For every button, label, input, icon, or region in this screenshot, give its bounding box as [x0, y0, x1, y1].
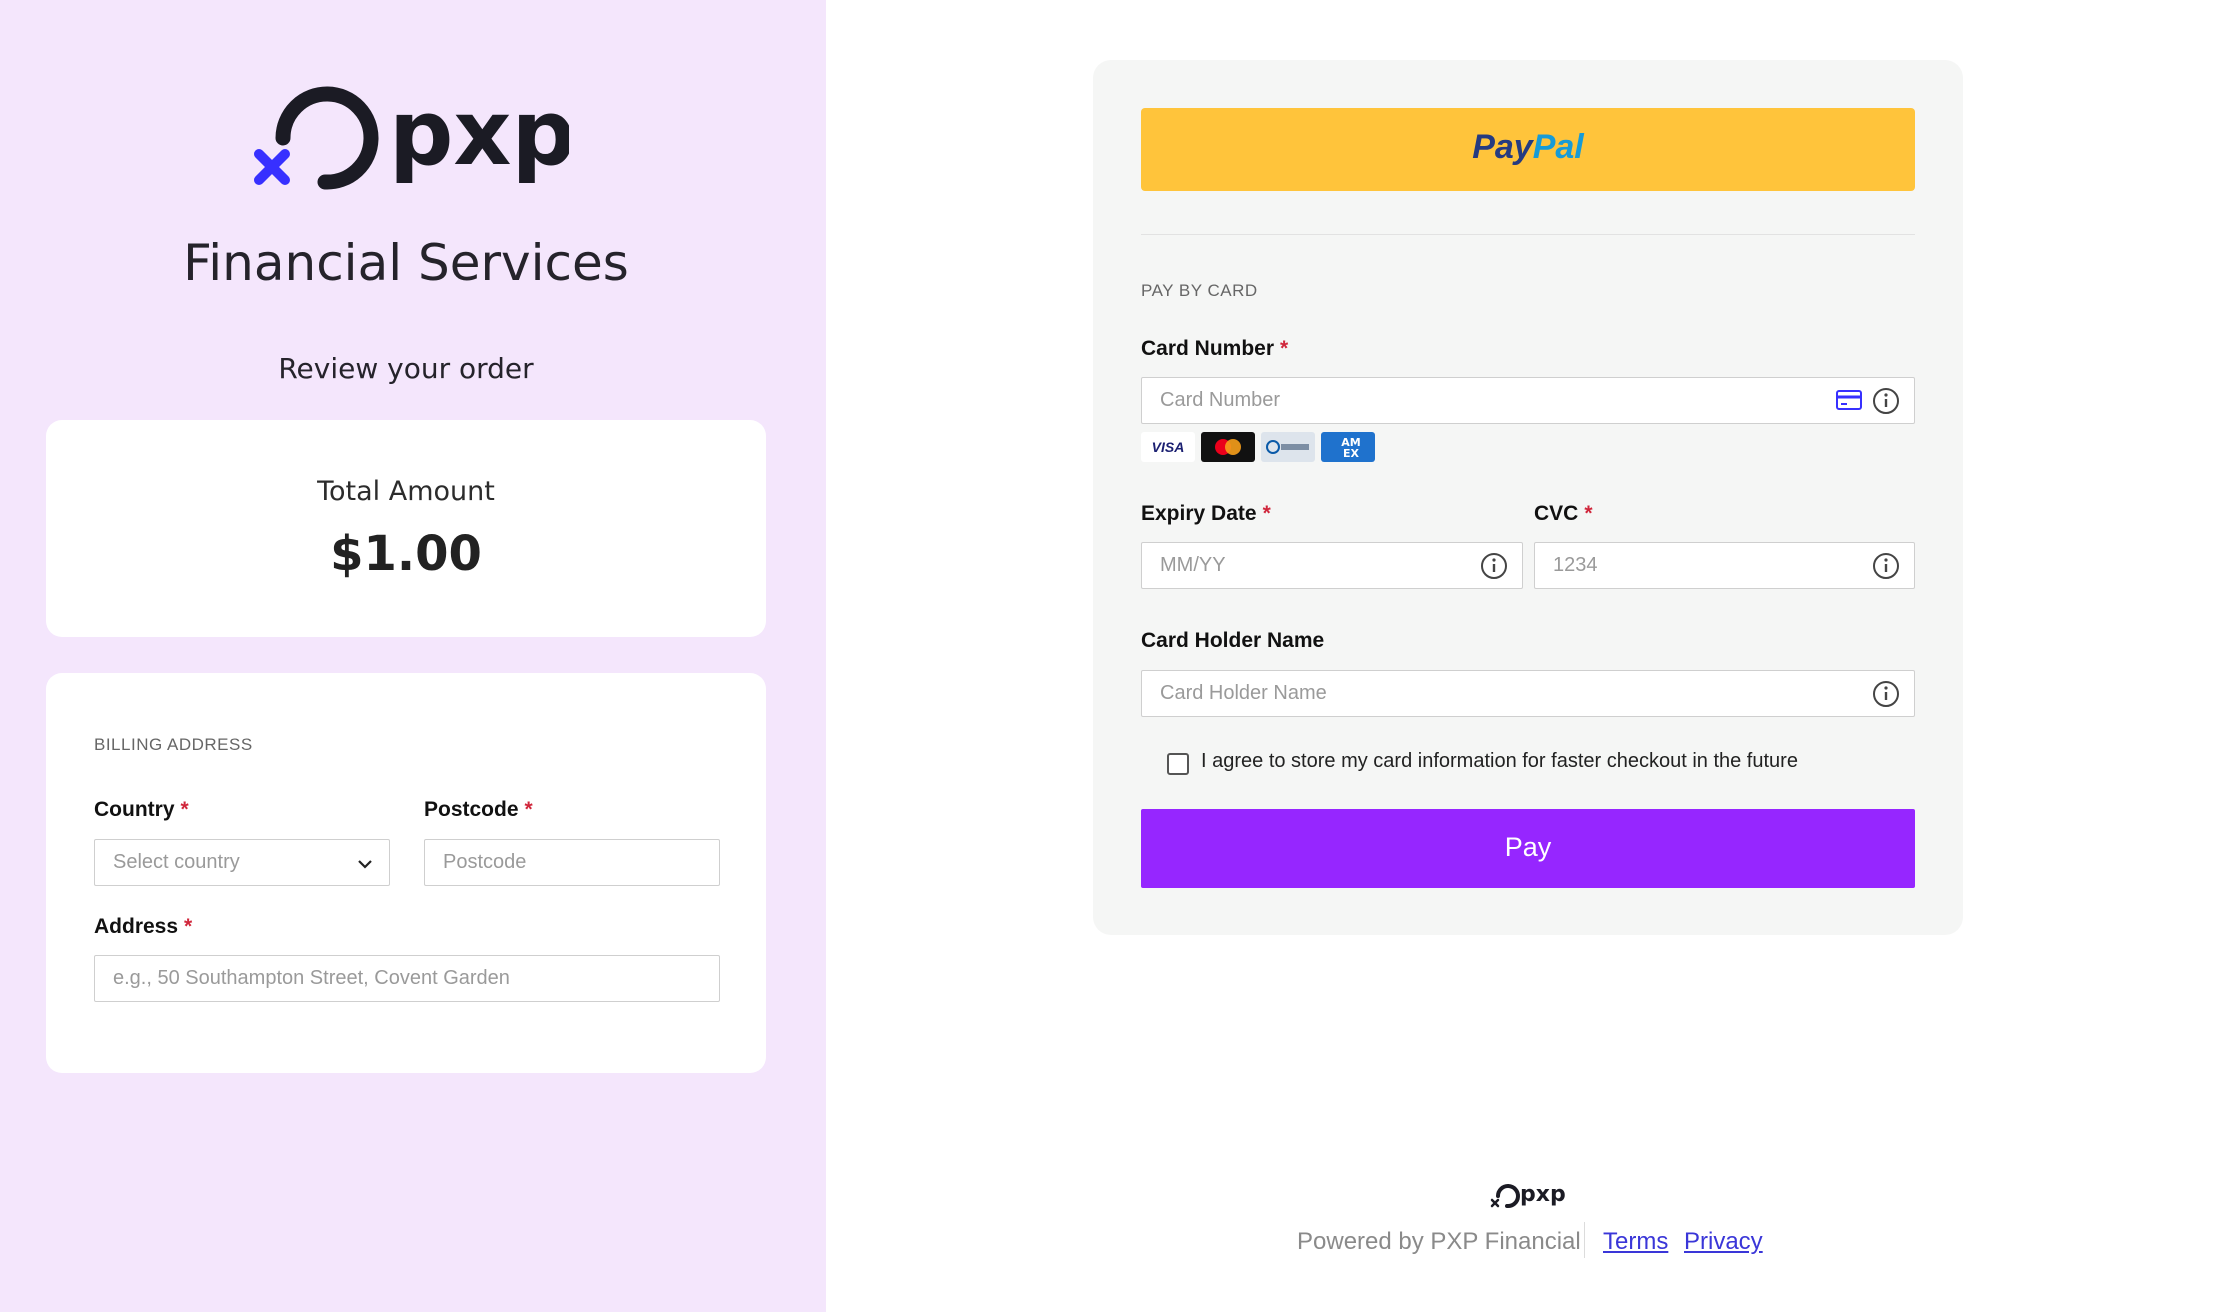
required-mark: *: [1584, 502, 1593, 525]
card-number-input[interactable]: Card Number: [1141, 377, 1915, 424]
paypal-button[interactable]: PayPal: [1141, 108, 1915, 191]
expiry-date-input[interactable]: MM/YY: [1141, 542, 1523, 589]
country-select[interactable]: Select country: [94, 839, 390, 886]
address-label: Address *: [94, 915, 193, 938]
pay-button[interactable]: Pay: [1141, 809, 1915, 888]
brand-title: Financial Services: [183, 234, 629, 292]
svg-text:pxp: pxp: [389, 81, 569, 186]
expiry-date-label: Expiry Date *: [1141, 502, 1271, 525]
store-card-checkbox[interactable]: [1167, 753, 1189, 775]
pxp-logo: pxp: [254, 81, 569, 190]
country-label: Country *: [94, 798, 189, 821]
footer-separator: [1584, 1222, 1585, 1258]
total-amount-card: Total Amount $1.00: [46, 420, 766, 637]
required-mark: *: [184, 915, 193, 938]
info-icon[interactable]: [1872, 680, 1900, 708]
required-mark: *: [524, 798, 533, 821]
store-card-consent-text: I agree to store my card information for…: [1201, 750, 1798, 772]
review-order-heading: Review your order: [278, 352, 534, 385]
credit-card-icon: [1836, 390, 1862, 410]
info-icon[interactable]: [1480, 552, 1508, 580]
billing-section-label: BILLING ADDRESS: [94, 735, 253, 754]
postcode-label: Postcode *: [424, 798, 533, 821]
paypal-logo: PayPal: [1472, 128, 1584, 166]
logo-x-icon: [254, 149, 290, 185]
order-summary-panel: pxp Financial Services Review your order…: [0, 0, 826, 1312]
address-input[interactable]: e.g., 50 Southampton Street, Covent Gard…: [94, 955, 720, 1002]
cvc-label: CVC *: [1534, 502, 1593, 525]
postcode-input[interactable]: Postcode: [424, 839, 720, 886]
required-mark: *: [1280, 337, 1289, 360]
cvc-placeholder: 1234: [1553, 554, 1598, 576]
card-holder-label: Card Holder Name: [1141, 629, 1325, 652]
info-icon[interactable]: [1872, 552, 1900, 580]
country-placeholder: Select country: [113, 851, 240, 873]
required-mark: *: [180, 798, 189, 821]
card-holder-placeholder: Card Holder Name: [1160, 682, 1327, 704]
postcode-placeholder: Postcode: [443, 851, 527, 873]
required-mark: *: [1262, 502, 1271, 525]
billing-address-card: BILLING ADDRESS Country * Select country …: [46, 673, 766, 1073]
chevron-down-icon: [358, 860, 372, 869]
card-number-label: Card Number *: [1141, 337, 1289, 360]
powered-by-text: Powered by PXP Financial: [1297, 1228, 1581, 1255]
total-amount-value: $1.00: [330, 526, 482, 582]
card-holder-input[interactable]: Card Holder Name: [1141, 670, 1915, 717]
visa-icon: VISA: [1141, 432, 1195, 462]
privacy-link[interactable]: Privacy: [1684, 1228, 1763, 1256]
payment-card: PayPal PAY BY CARD Card Number * Card Num…: [1093, 60, 1963, 935]
pay-by-card-label: PAY BY CARD: [1141, 281, 1258, 300]
footer-pxp-logo: pxp: [1490, 1182, 1566, 1209]
svg-text:pxp: pxp: [1520, 1182, 1566, 1207]
cvc-input[interactable]: 1234: [1534, 542, 1915, 589]
expiry-placeholder: MM/YY: [1160, 554, 1226, 576]
svg-text:EX: EX: [1343, 447, 1360, 460]
amex-icon: AM EX: [1321, 432, 1375, 462]
address-placeholder: e.g., 50 Southampton Street, Covent Gard…: [113, 967, 510, 989]
mastercard-icon: [1201, 432, 1255, 462]
info-icon[interactable]: [1872, 387, 1900, 415]
card-number-placeholder: Card Number: [1160, 389, 1281, 411]
terms-link[interactable]: Terms: [1603, 1228, 1668, 1256]
divider: [1141, 234, 1915, 235]
diners-club-icon: [1261, 432, 1315, 462]
total-amount-label: Total Amount: [317, 476, 495, 507]
pay-button-label: Pay: [1504, 832, 1552, 862]
